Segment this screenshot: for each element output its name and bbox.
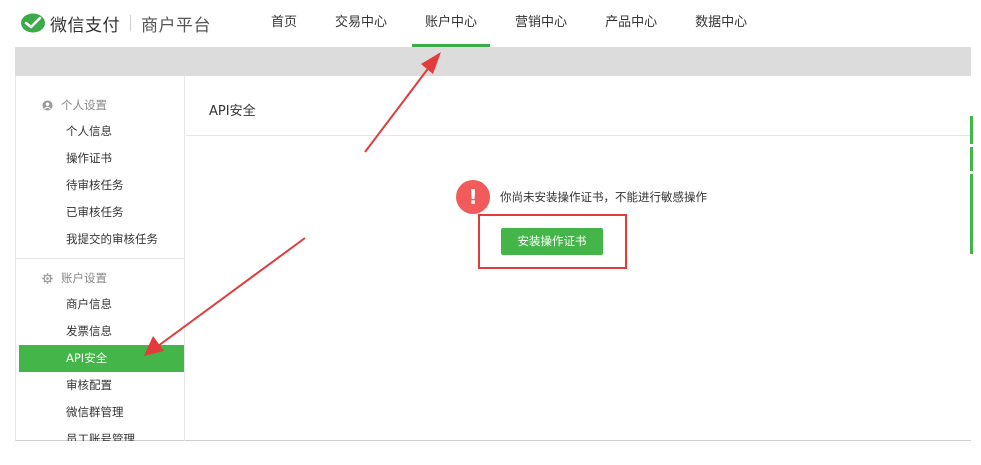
sidebar-group-title: 账户设置: [61, 271, 107, 285]
sidebar-group-account: 账户设置: [42, 270, 107, 286]
main-frame: 个人设置 个人信息 操作证书 待审核任务 已审核任务 我提交的审核任务 账户设置…: [15, 76, 972, 441]
install-certificate-button[interactable]: 安装操作证书: [501, 228, 603, 255]
exclamation-icon: !: [456, 180, 490, 214]
sidebar-item-review-config[interactable]: 审核配置: [16, 372, 184, 399]
brand-separator: [130, 15, 131, 31]
nav-trade-center[interactable]: 交易中心: [322, 0, 400, 47]
sidebar-item-staff-accounts[interactable]: 员工账号管理: [16, 426, 184, 441]
top-header: 微信支付 商户平台 首页 交易中心 账户中心 营销中心 产品中心 数据中心: [0, 0, 981, 47]
title-divider: [186, 135, 972, 136]
certificate-warning: ! 你尚未安装操作证书，不能进行敏感操作: [456, 180, 707, 214]
content-panel: API安全 ! 你尚未安装操作证书，不能进行敏感操作 安装操作证书: [186, 76, 972, 441]
warning-text: 你尚未安装操作证书，不能进行敏感操作: [500, 190, 707, 204]
right-edge-strip: [970, 147, 973, 171]
sidebar-item-merchant-info[interactable]: 商户信息: [16, 291, 184, 318]
sidebar-divider: [16, 258, 184, 259]
sidebar-item-pending-tasks[interactable]: 待审核任务: [16, 172, 184, 199]
nav-account-center[interactable]: 账户中心: [412, 0, 491, 47]
user-icon: [42, 99, 53, 111]
sidebar-group-personal: 个人设置: [42, 97, 107, 113]
nav-home[interactable]: 首页: [258, 0, 310, 47]
sidebar-item-operation-cert[interactable]: 操作证书: [16, 145, 184, 172]
sidebar-item-personal-info[interactable]: 个人信息: [16, 118, 184, 145]
sidebar-item-wechat-group[interactable]: 微信群管理: [16, 399, 184, 426]
right-edge-strip: [970, 116, 973, 144]
sidebar: 个人设置 个人信息 操作证书 待审核任务 已审核任务 我提交的审核任务 账户设置…: [16, 76, 185, 441]
page-title: API安全: [209, 104, 256, 119]
sidebar-item-invoice-info[interactable]: 发票信息: [16, 318, 184, 345]
nav-marketing-center[interactable]: 营销中心: [502, 0, 580, 47]
sidebar-item-api-security[interactable]: API安全: [19, 345, 184, 372]
brand-subtitle: 商户平台: [141, 15, 211, 36]
gray-band: [15, 47, 971, 76]
sidebar-item-reviewed-tasks[interactable]: 已审核任务: [16, 199, 184, 226]
gear-icon: [42, 272, 53, 284]
brand-logo[interactable]: 微信支付 商户平台: [20, 10, 211, 36]
sidebar-item-submitted-tasks[interactable]: 我提交的审核任务: [16, 226, 184, 253]
nav-product-center[interactable]: 产品中心: [592, 0, 670, 47]
brand-name: 微信支付: [50, 15, 120, 36]
nav-data-center[interactable]: 数据中心: [682, 0, 760, 47]
main-nav: 首页 交易中心 账户中心 营销中心 产品中心 数据中心: [258, 0, 772, 47]
sidebar-group-title: 个人设置: [61, 98, 107, 112]
right-edge-strip: [970, 174, 973, 254]
wechat-pay-logo-icon: [21, 13, 45, 33]
